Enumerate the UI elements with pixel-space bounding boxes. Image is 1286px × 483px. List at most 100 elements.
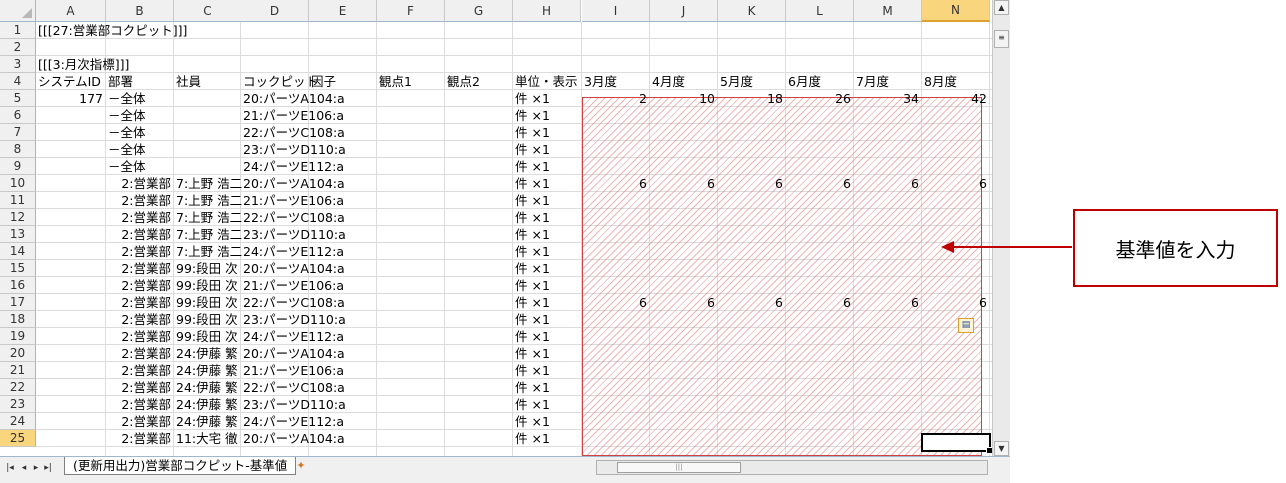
scroll-down-icon[interactable]: ▼	[994, 441, 1009, 456]
first-sheet-icon[interactable]: |◂	[4, 461, 16, 475]
cell-b23[interactable]: 2:営業部	[106, 396, 171, 413]
cell-c18[interactable]: 99:段田 次	[176, 311, 238, 328]
row-header-16[interactable]: 16	[0, 277, 36, 294]
row-header-11[interactable]: 11	[0, 192, 36, 209]
cell-b25[interactable]: 2:営業部	[106, 430, 171, 447]
select-all-corner[interactable]	[0, 0, 36, 22]
cell-n5[interactable]: 42	[922, 90, 987, 107]
cell-h11[interactable]: 件 ×1	[515, 192, 550, 209]
cell-b12[interactable]: 2:営業部	[106, 209, 171, 226]
cell-d20[interactable]: 20:パーツA104:a	[243, 345, 345, 362]
cell-k5[interactable]: 18	[718, 90, 783, 107]
input-range-hatched[interactable]	[582, 97, 982, 456]
new-sheet-icon[interactable]: ✦	[290, 458, 312, 474]
vertical-scrollbar[interactable]: ▲ ≡ ▼	[992, 0, 1010, 458]
active-cell-n25[interactable]	[921, 433, 993, 454]
cell-h19[interactable]: 件 ×1	[515, 328, 550, 345]
cell-a5[interactable]: 177	[36, 90, 103, 107]
cell-b21[interactable]: 2:営業部	[106, 362, 171, 379]
cell-c24[interactable]: 24:伊藤 繁	[176, 413, 238, 430]
cell-b22[interactable]: 2:営業部	[106, 379, 171, 396]
cell-a4[interactable]: システムID	[38, 73, 101, 90]
cell-k17[interactable]: 6	[718, 294, 783, 311]
cell-e4[interactable]: 因子	[311, 73, 336, 90]
cell-b9[interactable]: －全体	[108, 158, 146, 175]
cell-c20[interactable]: 24:伊藤 繁	[176, 345, 238, 362]
column-header-m[interactable]: M	[854, 0, 922, 22]
row-header-24[interactable]: 24	[0, 413, 36, 430]
row-header-4[interactable]: 4	[0, 73, 36, 90]
cell-b20[interactable]: 2:営業部	[106, 345, 171, 362]
column-header-i[interactable]: I	[582, 0, 650, 22]
column-header-l[interactable]: L	[786, 0, 854, 22]
cell-d25[interactable]: 20:パーツA104:a	[243, 430, 345, 447]
cell-b11[interactable]: 2:営業部	[106, 192, 171, 209]
cell-d11[interactable]: 21:パーツE106:a	[243, 192, 344, 209]
prev-sheet-icon[interactable]: ◂	[18, 461, 30, 475]
cell-l10[interactable]: 6	[786, 175, 851, 192]
cell-b6[interactable]: －全体	[108, 107, 146, 124]
cell-h25[interactable]: 件 ×1	[515, 430, 550, 447]
column-header-e[interactable]: E	[309, 0, 377, 22]
cell-h13[interactable]: 件 ×1	[515, 226, 550, 243]
cell-j10[interactable]: 6	[650, 175, 715, 192]
cell-h7[interactable]: 件 ×1	[515, 124, 550, 141]
cell-i17[interactable]: 6	[582, 294, 647, 311]
cell-h9[interactable]: 件 ×1	[515, 158, 550, 175]
row-header-12[interactable]: 12	[0, 209, 36, 226]
row-header-18[interactable]: 18	[0, 311, 36, 328]
column-header-b[interactable]: B	[106, 0, 174, 22]
cell-h16[interactable]: 件 ×1	[515, 277, 550, 294]
cell-m17[interactable]: 6	[854, 294, 919, 311]
cell-d12[interactable]: 22:パーツC108:a	[243, 209, 345, 226]
cell-f4[interactable]: 観点1	[379, 73, 412, 90]
split-box-icon[interactable]: ≡	[994, 30, 1009, 48]
cell-h18[interactable]: 件 ×1	[515, 311, 550, 328]
cell-m5[interactable]: 34	[854, 90, 919, 107]
cell-i5[interactable]: 2	[582, 90, 647, 107]
cell-m10[interactable]: 6	[854, 175, 919, 192]
cell-h6[interactable]: 件 ×1	[515, 107, 550, 124]
cell-h10[interactable]: 件 ×1	[515, 175, 550, 192]
cell-d16[interactable]: 21:パーツE106:a	[243, 277, 344, 294]
cell-b19[interactable]: 2:営業部	[106, 328, 171, 345]
paste-options-icon[interactable]: ▤	[958, 318, 974, 333]
cell-h14[interactable]: 件 ×1	[515, 243, 550, 260]
cell-a1[interactable]: [[[27:営業部コクピット]]]	[38, 22, 187, 39]
cell-d6[interactable]: 21:パーツE106:a	[243, 107, 344, 124]
row-header-10[interactable]: 10	[0, 175, 36, 192]
cell-d4[interactable]: コックピット	[243, 73, 318, 90]
row-header-3[interactable]: 3	[0, 56, 36, 73]
cell-b16[interactable]: 2:営業部	[106, 277, 171, 294]
column-header-j[interactable]: J	[650, 0, 718, 22]
cell-c22[interactable]: 24:伊藤 繁	[176, 379, 238, 396]
column-header-d[interactable]: D	[241, 0, 309, 22]
row-header-7[interactable]: 7	[0, 124, 36, 141]
cell-j4[interactable]: 4月度	[652, 73, 685, 90]
row-header-19[interactable]: 19	[0, 328, 36, 345]
cell-c17[interactable]: 99:段田 次	[176, 294, 238, 311]
cell-a3[interactable]: [[[3:月次指標]]]	[38, 56, 129, 73]
row-header-8[interactable]: 8	[0, 141, 36, 158]
cell-d14[interactable]: 24:パーツE112:a	[243, 243, 344, 260]
cell-d9[interactable]: 24:パーツE112:a	[243, 158, 344, 175]
row-header-5[interactable]: 5	[0, 90, 36, 107]
cell-b10[interactable]: 2:営業部	[106, 175, 171, 192]
cell-l5[interactable]: 26	[786, 90, 851, 107]
cell-b5[interactable]: －全体	[108, 90, 146, 107]
cell-h15[interactable]: 件 ×1	[515, 260, 550, 277]
cell-h22[interactable]: 件 ×1	[515, 379, 550, 396]
row-header-25[interactable]: 25	[0, 430, 36, 447]
cell-k4[interactable]: 5月度	[720, 73, 753, 90]
cell-d8[interactable]: 23:パーツD110:a	[243, 141, 346, 158]
column-header-k[interactable]: K	[718, 0, 786, 22]
row-header-17[interactable]: 17	[0, 294, 36, 311]
row-header-22[interactable]: 22	[0, 379, 36, 396]
cell-d19[interactable]: 24:パーツE112:a	[243, 328, 344, 345]
row-header-21[interactable]: 21	[0, 362, 36, 379]
spreadsheet-grid[interactable]: ABCDEFGHIJKLMN 1 2 3 4 5 6 7 8 9 10 11 12 13 14 15 16 17…	[0, 0, 1010, 483]
cell-d22[interactable]: 22:パーツC108:a	[243, 379, 345, 396]
next-sheet-icon[interactable]: ▸	[30, 461, 42, 475]
cell-d7[interactable]: 22:パーツC108:a	[243, 124, 345, 141]
cell-m4[interactable]: 7月度	[856, 73, 889, 90]
